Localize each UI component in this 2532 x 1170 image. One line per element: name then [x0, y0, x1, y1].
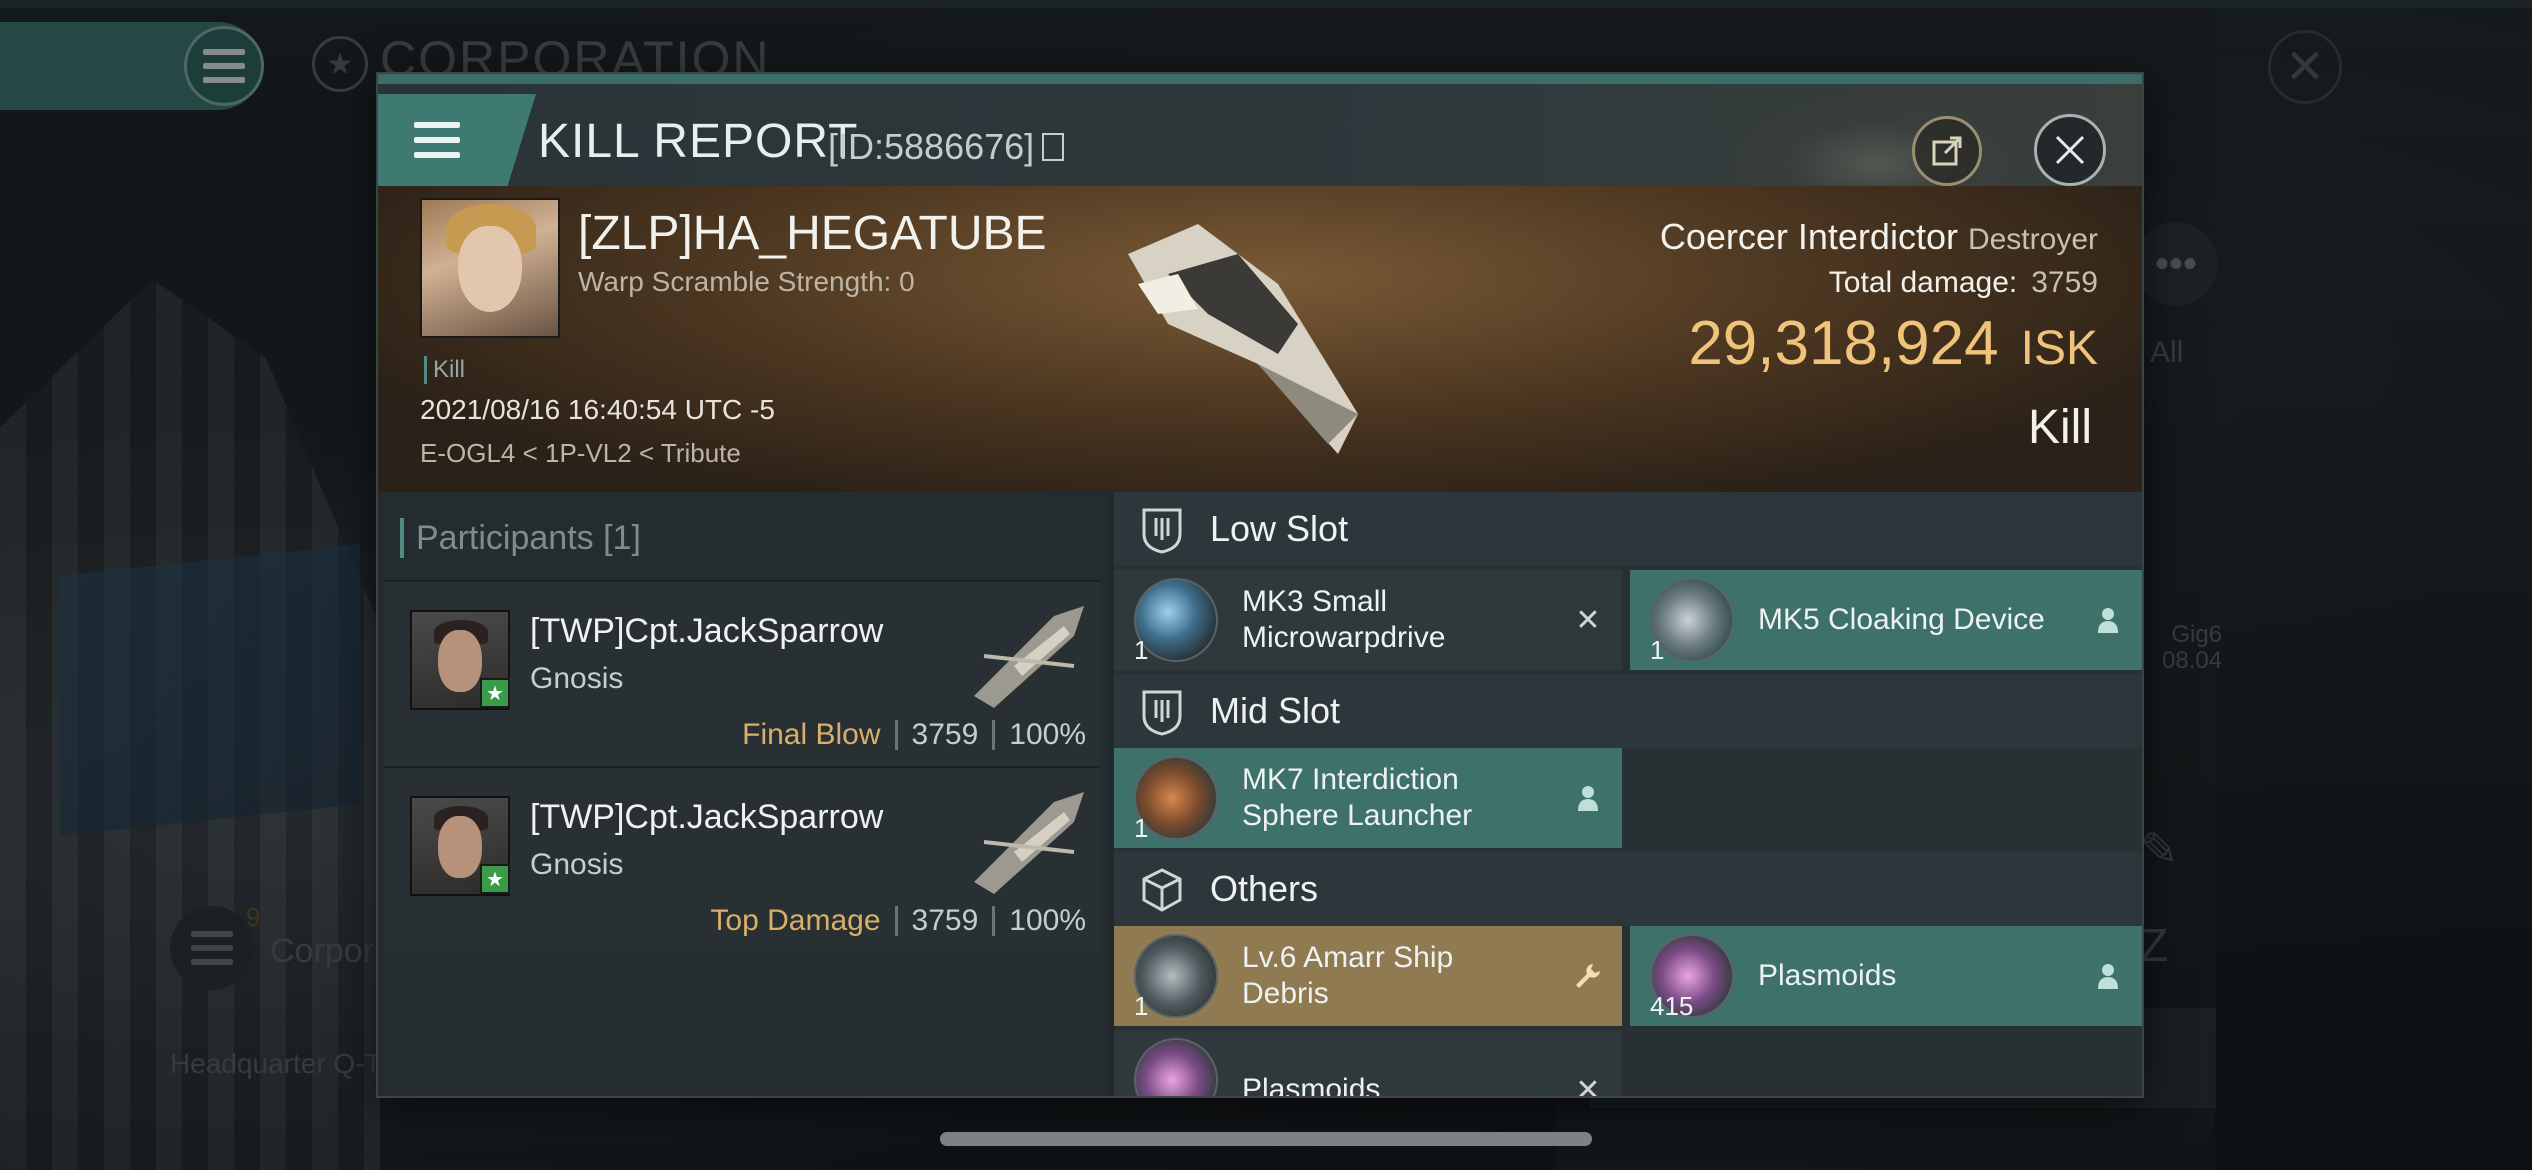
- others-title: Others: [1210, 868, 1319, 909]
- mid-slot-header: Mid Slot: [1114, 674, 2142, 748]
- shield-slot-icon: [1142, 690, 1182, 736]
- low-slot-title: Low Slot: [1210, 508, 1349, 549]
- low-slot-header: Low Slot: [1114, 492, 2142, 566]
- person-icon: [2092, 604, 2124, 636]
- star-badge-icon: ★: [480, 864, 510, 894]
- plasmoids-icon: [1134, 1038, 1218, 1096]
- cargo-item[interactable]: Plasmoids ✕: [1114, 1030, 1622, 1096]
- participant-name[interactable]: [TWP]Cpt.JackSparrow: [530, 798, 883, 837]
- others-header: Others: [1114, 852, 2142, 926]
- home-indicator[interactable]: [940, 1132, 1592, 1146]
- participant-stats: Top Damage 3759 100%: [710, 904, 1086, 937]
- share-button[interactable]: [1912, 116, 1982, 186]
- cargo-item[interactable]: 415 Plasmoids: [1630, 926, 2142, 1026]
- wrench-icon: [1572, 960, 1604, 992]
- participant-name[interactable]: [TWP]Cpt.JackSparrow: [530, 612, 883, 651]
- item-quantity: 1: [1134, 635, 1149, 665]
- cube-icon: [1142, 868, 1182, 912]
- item-quantity: 1: [1134, 991, 1149, 1021]
- item-quantity: 1: [1134, 813, 1149, 843]
- fitted-item[interactable]: 1 MK7 Interdiction Sphere Launcher: [1114, 748, 1622, 848]
- report-id[interactable]: [ID:5886676]: [828, 126, 1065, 168]
- participants-header: Participants [1]: [400, 518, 641, 558]
- kill-tag: Kill: [424, 356, 465, 384]
- modal-header: KILL REPORT [ID:5886676]: [378, 84, 2142, 212]
- modal-accent-line: [378, 74, 2142, 84]
- participant-ship: Gnosis: [530, 662, 624, 695]
- kill-result: Kill: [2027, 401, 2092, 454]
- copy-icon[interactable]: [1042, 133, 1065, 161]
- participants-panel: Participants [1] ★ [TWP]Cpt.JackSparrow …: [378, 492, 1106, 1096]
- report-menu-button[interactable]: [378, 94, 536, 186]
- kill-location: E-OGL4 < 1P-VL2 < Tribute: [420, 438, 741, 468]
- victim-ship-name: Coercer Interdictor Destroyer: [1660, 216, 2098, 258]
- kill-report-modal: KILL REPORT [ID:5886676] [ZLP]HA_HEGATUB…: [378, 74, 2142, 1096]
- hamburger-icon: [414, 122, 460, 158]
- item-name: Plasmoids: [1758, 959, 1897, 992]
- share-icon: [1932, 136, 1962, 166]
- ship-class-text: Destroyer: [1967, 223, 2098, 256]
- fitting-panel: Low Slot 1 MK3 Small Microwarpdrive ✕ 1 …: [1114, 492, 2142, 1096]
- participant-stats: Final Blow 3759 100%: [742, 718, 1086, 751]
- item-quantity: 1: [1650, 635, 1665, 665]
- person-icon: [1572, 782, 1604, 814]
- cargo-item[interactable]: 1 Lv.6 Amarr Ship Debris: [1114, 926, 1622, 1026]
- modal-title: KILL REPORT: [538, 115, 859, 168]
- victim-name[interactable]: [ZLP]HA_HEGATUBE: [578, 206, 1047, 261]
- shield-slot-icon: [1142, 508, 1182, 554]
- victim-banner: [ZLP]HA_HEGATUBE Warp Scramble Strength:…: [378, 186, 2142, 492]
- item-quantity: 415: [1650, 991, 1694, 1021]
- mid-slot-title: Mid Slot: [1210, 690, 1341, 731]
- item-name: MK7 Interdiction Sphere Launcher: [1242, 763, 1473, 832]
- close-icon: [2055, 135, 2085, 165]
- item-name: Lv.6 Amarr Ship Debris: [1242, 941, 1454, 1010]
- item-name: Plasmoids: [1242, 1073, 1381, 1096]
- ship-name-text[interactable]: Coercer Interdictor: [1660, 216, 1958, 257]
- victim-portrait[interactable]: [420, 198, 560, 338]
- item-name: MK3 Small Microwarpdrive: [1242, 585, 1446, 654]
- participant-ship: Gnosis: [530, 848, 624, 881]
- total-damage: Total damage: 3759: [1828, 266, 2098, 299]
- participant-row[interactable]: ★ [TWP]Cpt.JackSparrow Gnosis Final Blow…: [384, 580, 1100, 766]
- fitted-item[interactable]: 1 MK5 Cloaking Device: [1630, 570, 2142, 670]
- isk-value: 29,318,924 ISK: [1688, 309, 2098, 378]
- fitted-item[interactable]: 1 MK3 Small Microwarpdrive ✕: [1114, 570, 1622, 670]
- kill-timestamp: 2021/08/16 16:40:54 UTC -5: [420, 394, 775, 425]
- star-badge-icon: ★: [480, 678, 510, 708]
- participant-ship-image: [974, 792, 1084, 894]
- participant-row[interactable]: ★ [TWP]Cpt.JackSparrow Gnosis Top Damage…: [384, 766, 1100, 952]
- x-mark-icon: ✕: [1575, 603, 1601, 637]
- item-name: MK5 Cloaking Device: [1758, 603, 2045, 636]
- close-button[interactable]: [2034, 114, 2106, 186]
- person-icon: [2092, 960, 2124, 992]
- victim-ship-image: [1128, 224, 1358, 454]
- x-mark-icon: ✕: [1575, 1073, 1601, 1097]
- participant-ship-image: [974, 606, 1084, 708]
- warp-scramble-strength: Warp Scramble Strength: 0: [578, 266, 915, 297]
